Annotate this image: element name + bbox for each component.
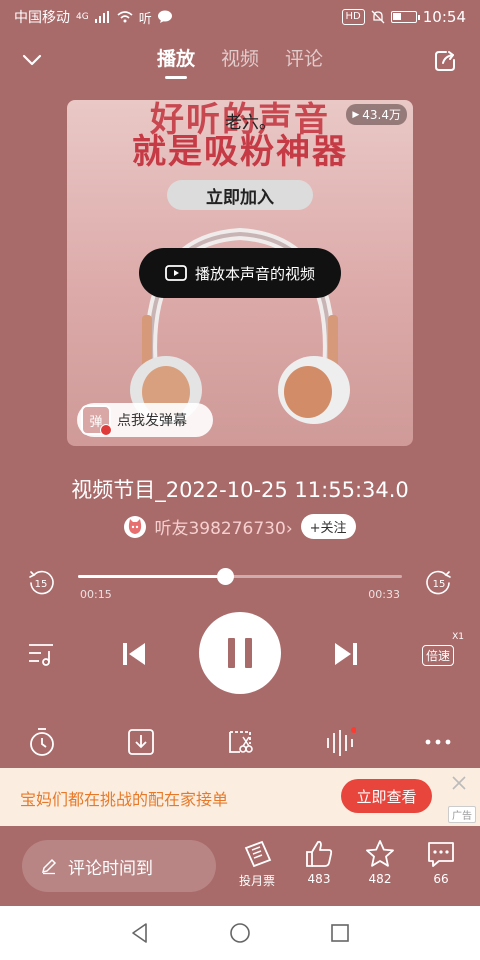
network-label: 4G (76, 12, 89, 22)
skip-previous-icon (123, 643, 145, 665)
forward-15-icon[interactable]: 15 (424, 568, 454, 598)
recents-square-icon[interactable] (329, 922, 351, 944)
back-triangle-icon[interactable] (129, 922, 151, 944)
video-camera-icon (165, 265, 187, 281)
chevron-down-icon[interactable] (20, 48, 44, 72)
player-header: 播放 视频 评论 (0, 38, 480, 84)
speed-label: 倍速 (421, 644, 454, 666)
author-row: 听友398276730› +关注 (0, 514, 480, 539)
mute-bell-icon (371, 10, 385, 24)
monthly-ticket-button[interactable]: 投月票 (232, 838, 282, 889)
signal-icon (94, 11, 109, 23)
play-count-value: 43.4万 (362, 108, 401, 122)
ad-view-button[interactable]: 立即查看 (341, 779, 432, 813)
author-name-link[interactable]: 听友398276730› (154, 514, 292, 539)
ad-text: 宝妈们都在挑战的配在家接单 (20, 790, 229, 809)
speed-value: X1 (452, 632, 464, 642)
comment-input[interactable]: 评论时间到 (22, 840, 216, 892)
track-title: 视频节目_2022-10-25 11:55:34.0 (71, 478, 409, 502)
download-icon (128, 729, 154, 755)
system-nav-bar (0, 906, 480, 960)
send-danmu-button[interactable]: 弹 点我发弹幕 (77, 403, 213, 437)
scissors-card-icon (229, 731, 253, 753)
comment-bubble-icon (428, 842, 454, 867)
share-icon[interactable] (432, 48, 458, 74)
seek-knob[interactable] (217, 568, 235, 585)
chat-notification-icon (157, 10, 172, 23)
hd-badge: HD (341, 9, 365, 25)
rewind-seconds: 15 (35, 579, 48, 590)
like-count: 483 (307, 872, 331, 886)
sound-effects-button[interactable] (320, 722, 360, 762)
home-circle-icon[interactable] (229, 922, 251, 944)
ticket-icon (244, 840, 272, 868)
playback-controls: 倍速 X1 (0, 612, 480, 696)
like-button[interactable]: 483 (294, 838, 344, 886)
rewind-15-icon[interactable]: 15 (26, 568, 56, 598)
app-notification-icon: 听 (138, 11, 152, 27)
seek-bar[interactable] (78, 568, 402, 585)
total-time: 00:33 (368, 588, 400, 601)
monthly-ticket-label: 投月票 (238, 874, 275, 888)
send-danmu-label: 点我发弹幕 (117, 413, 187, 429)
bottom-action-bar: 评论时间到 投月票 483 482 66 (0, 826, 480, 906)
play-video-button[interactable]: 播放本声音的视频 (139, 248, 341, 298)
ad-banner[interactable]: 宝妈们都在挑战的配在家接单 立即查看 广告 (0, 768, 480, 826)
status-right: HD 10:54 (341, 8, 466, 26)
pencil-icon (41, 858, 57, 875)
forward-seconds: 15 (433, 579, 446, 590)
tab-comments[interactable]: 评论 (285, 44, 323, 79)
carrier-label: 中国移动 (14, 10, 70, 26)
sleep-timer-button[interactable] (22, 722, 62, 762)
more-options-button[interactable] (418, 722, 458, 762)
play-video-label: 播放本声音的视频 (194, 264, 315, 283)
download-button[interactable] (121, 722, 161, 762)
seek-bar-fill (78, 575, 226, 578)
wifi-icon (117, 11, 133, 23)
tab-bar: 播放 视频 评论 (157, 44, 323, 79)
author-chevron: › (285, 519, 293, 539)
skip-next-icon (335, 643, 357, 665)
play-count-badge: ▶ 43.4万 (346, 104, 407, 125)
next-button[interactable] (328, 638, 364, 670)
previous-button[interactable] (116, 638, 152, 670)
playback-speed-button[interactable]: 倍速 X1 (418, 632, 464, 670)
cat-avatar-icon (129, 518, 142, 534)
join-now-button: 立即加入 (167, 180, 313, 210)
danmu-overlay-text: 老六。 (225, 113, 276, 133)
more-dots-icon (425, 739, 451, 745)
comments-button[interactable]: 66 (416, 838, 466, 886)
star-icon (366, 840, 394, 867)
follow-button[interactable]: +关注 (300, 514, 356, 539)
clock: 10:54 (422, 8, 466, 26)
favorite-button[interactable]: 482 (355, 838, 405, 886)
status-left: 中国移动 4G 听 (14, 7, 174, 27)
battery-icon (390, 11, 420, 23)
edit-clip-button[interactable] (220, 722, 260, 762)
cover-art[interactable]: 好听的声音 就是吸粉神器 老六。 ▶ 43.4万 立即加入 播放本声音的视频 弹… (67, 100, 413, 446)
ad-tag: 广告 (448, 806, 476, 823)
favorite-count: 482 (368, 872, 392, 886)
current-time: 00:15 (80, 588, 112, 601)
tab-play[interactable]: 播放 (157, 44, 195, 79)
playlist-button[interactable] (26, 640, 58, 668)
timer-icon (30, 728, 54, 756)
pause-icon (228, 638, 252, 668)
thumbs-up-icon (306, 840, 333, 867)
play-triangle-icon: ▶ (352, 109, 360, 120)
waveform-icon (327, 727, 356, 756)
progress-row: 15 00:15 00:33 15 (0, 560, 480, 601)
playlist-icon (29, 644, 53, 666)
status-bar: 中国移动 4G 听 HD 10:54 (0, 0, 480, 34)
comment-count: 66 (433, 872, 449, 886)
author-name: 听友398276730 (154, 519, 286, 539)
tool-row (0, 722, 480, 762)
close-icon[interactable] (450, 774, 468, 792)
tab-video[interactable]: 视频 (221, 44, 259, 79)
avatar[interactable] (124, 515, 147, 538)
pause-button[interactable] (199, 612, 281, 694)
comment-placeholder: 评论时间到 (68, 858, 153, 879)
danmu-icon: 弹 (81, 405, 112, 436)
